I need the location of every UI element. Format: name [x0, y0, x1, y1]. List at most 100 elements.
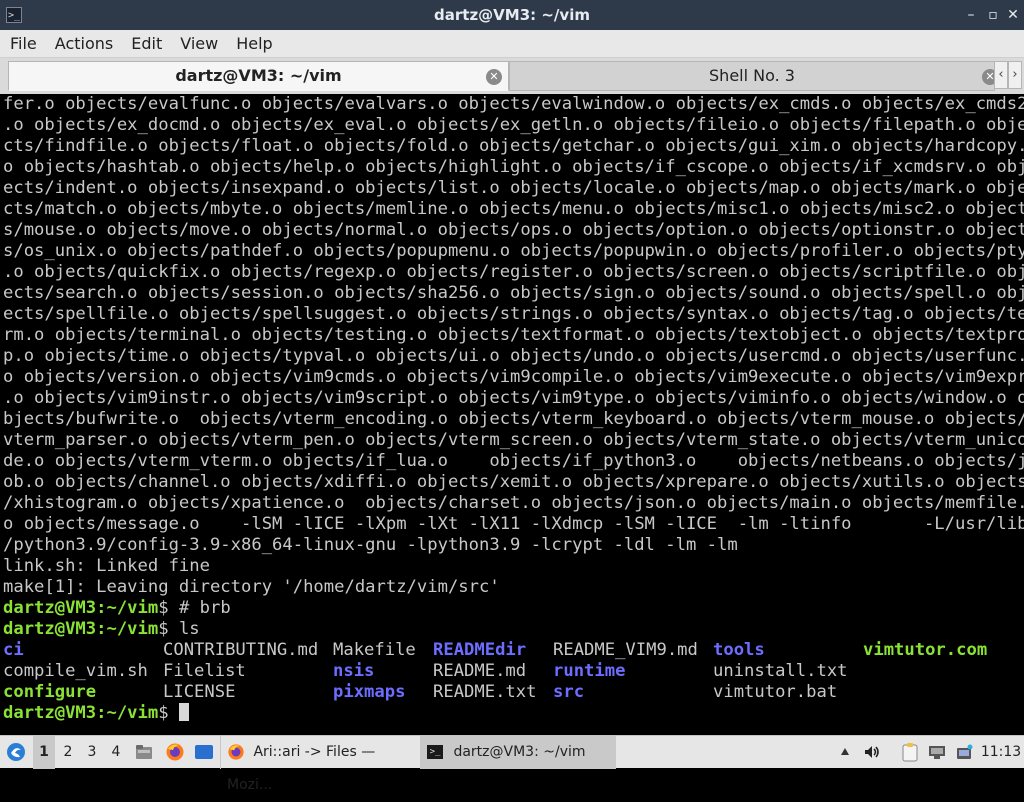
close-window-button[interactable]: ✕ — [1002, 0, 1024, 30]
output-line: fer.o objects/evalfunc.o objects/evalvar… — [3, 94, 1024, 114]
tab-label: Shell No. 3 — [709, 66, 795, 85]
output-line: .o objects/vim9instr.o objects/vim9scrip… — [3, 388, 1024, 408]
ls-entry: README.txt — [433, 682, 537, 702]
taskbar: 1 2 3 4 Ari::ari -> Files — Mozi... >_ d… — [0, 735, 1024, 793]
prompt-path: :~/vim — [96, 619, 159, 639]
menu-actions[interactable]: Actions — [46, 30, 122, 57]
volume-icon[interactable] — [860, 736, 884, 769]
ls-entry: tools — [713, 640, 765, 660]
ls-row: configure LICENSE pixmaps README.txt src vimt… — [3, 682, 1024, 703]
output-line: o objects/version.o objects/vim9cmds.o o… — [3, 367, 1024, 387]
ls-entry: CONTRIBUTING.md — [163, 640, 319, 660]
output-line: cts/match.o objects/mbyte.o objects/meml… — [3, 199, 1024, 219]
ls-entry: configure — [3, 682, 97, 702]
ls-entry: pixmaps — [333, 682, 406, 702]
workspace-3[interactable]: 3 — [81, 736, 103, 769]
menu-bar: File Actions Edit View Help — [0, 30, 1024, 58]
prompt-symbol: $ — [158, 703, 179, 723]
start-menu-icon[interactable] — [2, 736, 30, 769]
tab-label: dartz@VM3: ~/vim — [175, 66, 342, 85]
minimize-button[interactable]: – — [960, 0, 982, 30]
output-line: vterm_parser.o objects/vterm_pen.o objec… — [3, 430, 1024, 450]
command-text: ls — [178, 619, 200, 639]
prompt-user: dartz@VM3 — [3, 598, 97, 618]
tab-scroll-left-button[interactable]: ‹ — [994, 61, 1008, 89]
close-tab-icon[interactable]: ✕ — [486, 69, 502, 85]
display-icon[interactable] — [926, 736, 948, 769]
output-line: o objects/message.o -lSM -lICE -lXpm -lX… — [3, 514, 1024, 534]
menu-file[interactable]: File — [0, 30, 46, 57]
ls-row: ci CONTRIBUTING.md Makefile READMEdir README… — [3, 640, 1024, 661]
ls-entry: ci — [3, 640, 24, 660]
terminal-icon: >_ — [427, 745, 443, 759]
taskbar-item-terminal[interactable]: >_ dartz@VM3: ~/vim — [420, 736, 616, 769]
ls-entry: uninstall.txt — [713, 661, 848, 681]
output-line: bjects/bufwrite.o objects/vterm_encoding… — [3, 409, 1024, 429]
output-line: make[1]: Leaving directory '/home/dartz/… — [3, 577, 500, 597]
prompt-symbol: $ — [158, 619, 179, 639]
output-line: ob.o objects/channel.o objects/xdiffi.o … — [3, 472, 1024, 492]
task-label: Ari::ari -> Files — Mozi... — [227, 744, 376, 793]
text-cursor — [178, 703, 189, 721]
ls-entry: README.md — [433, 661, 527, 681]
maximize-button[interactable]: ▫ — [982, 0, 1004, 30]
tab-shell-3[interactable]: Shell No. 3 ✕ — [509, 61, 998, 91]
output-line: o objects/hashtab.o objects/help.o objec… — [3, 157, 1024, 177]
window-title: dartz@VM3: ~/vim — [434, 6, 590, 24]
ls-entry: src — [553, 682, 585, 702]
output-line: /python3.9/config-3.9-x86_64-linux-gnu -… — [3, 535, 738, 555]
output-line: s/os_unix.o objects/pathdef.o objects/po… — [3, 241, 1024, 261]
clipboard-icon[interactable] — [897, 736, 923, 769]
output-line: .o objects/ex_docmd.o objects/ex_eval.o … — [3, 115, 1024, 135]
clock[interactable]: 11:13 — [980, 736, 1022, 769]
notifications-arrow-icon[interactable] — [834, 736, 856, 769]
output-line: ects/search.o objects/session.o objects/… — [3, 283, 1024, 303]
output-line: s/mouse.o objects/move.o objects/normal.… — [3, 220, 1024, 240]
output-line: ects/spellfile.o objects/spellsuggest.o … — [3, 304, 1024, 324]
prompt-path: :~/vim — [96, 598, 159, 618]
ls-entry: compile_vim.sh — [3, 661, 148, 681]
menu-edit[interactable]: Edit — [122, 30, 171, 57]
firefox-icon — [228, 744, 244, 760]
output-line: link.sh: Linked fine — [3, 556, 210, 576]
ls-entry: Makefile — [333, 640, 416, 660]
file-manager-icon[interactable] — [133, 736, 155, 769]
output-line: /xhistogram.o objects/xpatience.o object… — [3, 493, 1024, 513]
tab-scroll-right-button[interactable]: › — [1008, 61, 1022, 89]
ls-entry: README_VIM9.md — [553, 640, 698, 660]
ls-row: compile_vim.sh Filelist nsis README.md runti… — [3, 661, 1024, 682]
workspace-1[interactable]: 1 — [33, 736, 55, 769]
firefox-launcher-icon[interactable] — [162, 736, 188, 769]
ls-entry: LICENSE — [163, 682, 236, 702]
show-desktop-icon[interactable] — [192, 736, 216, 769]
task-label: dartz@VM3: ~/vim — [453, 744, 586, 760]
command-text: # brb — [178, 598, 231, 618]
prompt-user: dartz@VM3 — [3, 703, 97, 723]
output-line: cts/findfile.o objects/float.o objects/f… — [3, 136, 1024, 156]
prompt-path: :~/vim — [96, 703, 159, 723]
workspace-2[interactable]: 2 — [57, 736, 79, 769]
menu-help[interactable]: Help — [227, 30, 281, 57]
ls-entry: vimtutor.bat — [713, 682, 838, 702]
network-icon[interactable] — [952, 736, 976, 769]
terminal-area[interactable]: fer.o objects/evalfunc.o objects/evalvar… — [0, 94, 1024, 735]
menu-view[interactable]: View — [171, 30, 227, 57]
tab-bar: dartz@VM3: ~/vim ✕ Shell No. 3 ✕ — [0, 58, 1024, 94]
output-line: p.o objects/time.o objects/typval.o obje… — [3, 346, 1024, 366]
ls-entry: Filelist — [163, 661, 246, 681]
ls-entry: vimtutor.com — [863, 640, 988, 660]
ls-entry: READMEdir — [433, 640, 527, 660]
output-line: .o objects/quickfix.o objects/regexp.o o… — [3, 262, 1024, 282]
ls-entry: nsis — [333, 661, 375, 681]
prompt-line: dartz@VM3:~/vim$ ls — [3, 619, 1024, 640]
prompt-user: dartz@VM3 — [3, 619, 97, 639]
workspace-4[interactable]: 4 — [105, 736, 127, 769]
prompt-symbol: $ — [158, 598, 179, 618]
output-line: de.o objects/vterm_vterm.o objects/if_lu… — [3, 451, 1024, 471]
prompt-line: dartz@VM3:~/vim$ # brb — [3, 598, 1024, 619]
taskbar-item-firefox[interactable]: Ari::ari -> Files — Mozi... — [220, 736, 420, 793]
ls-entry: runtime — [553, 661, 626, 681]
tab-vim-terminal[interactable]: dartz@VM3: ~/vim ✕ — [8, 61, 509, 91]
output-line: rm.o objects/terminal.o objects/testing.… — [3, 325, 1024, 345]
output-line: ects/indent.o objects/insexpand.o object… — [3, 178, 1024, 198]
